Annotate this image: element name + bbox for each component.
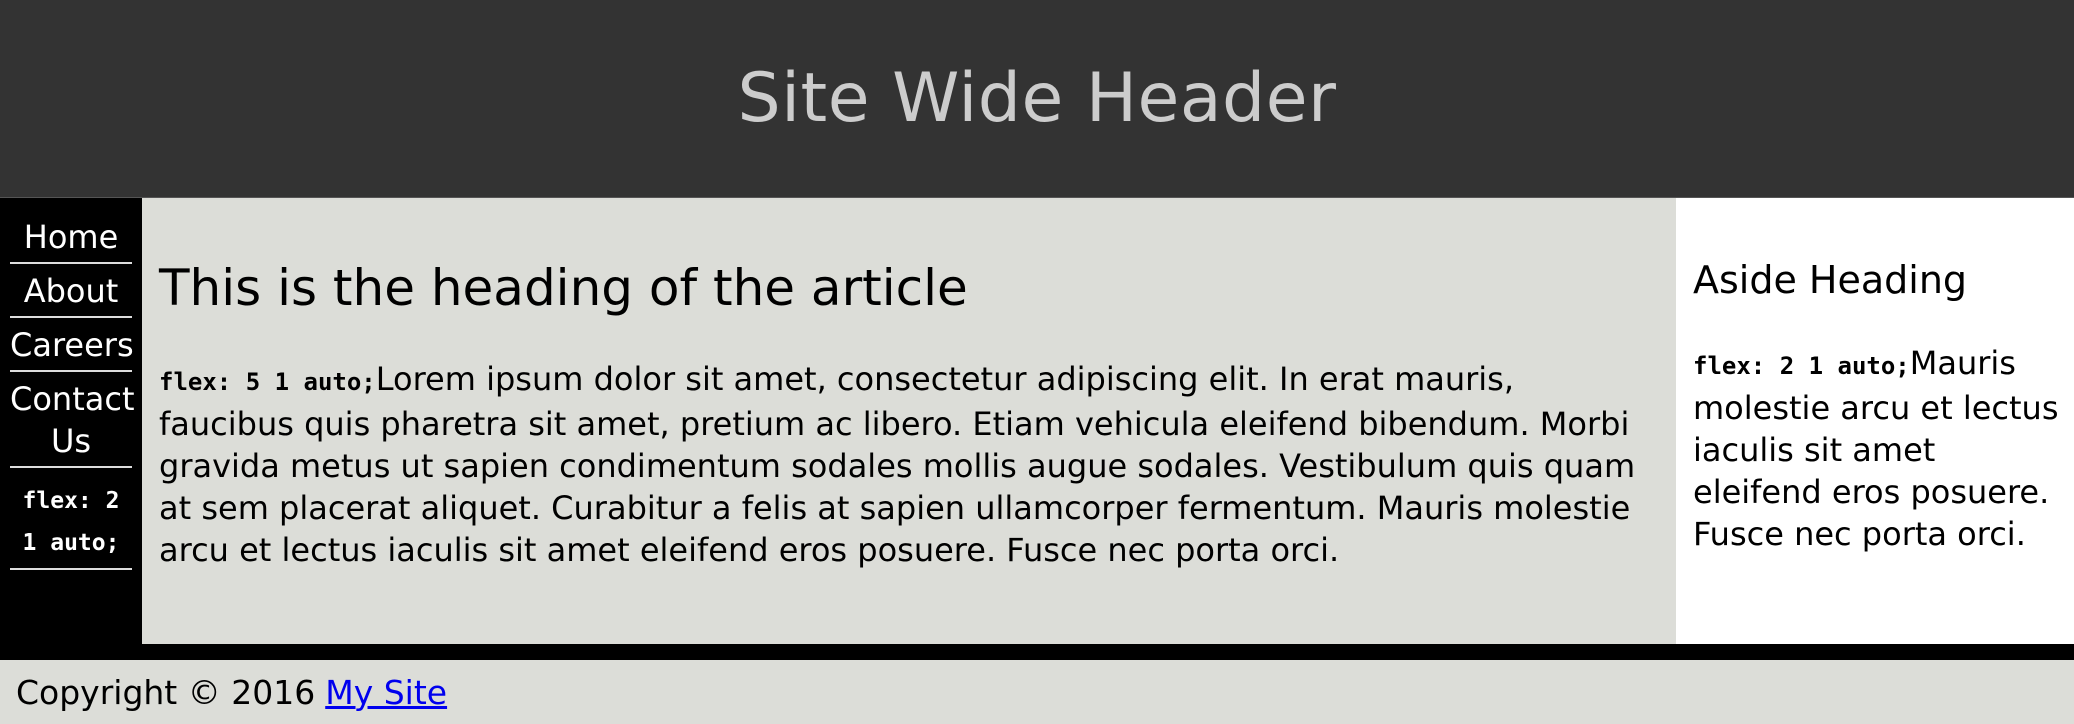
nav-item-about[interactable]: About: [10, 270, 132, 318]
main-content-row: Home About Careers Contact Us flex: 2 1 …: [0, 198, 2074, 644]
aside-flex-code: flex: 2 1 auto;: [1693, 352, 1910, 380]
aside-heading: Aside Heading: [1693, 258, 1968, 302]
site-footer: Copyright © 2016 My Site: [0, 660, 2074, 724]
nav-item-home[interactable]: Home: [10, 216, 132, 264]
footer-divider: [0, 644, 2074, 660]
site-header: Site Wide Header: [0, 0, 2074, 198]
nav-item-contact-us[interactable]: Contact Us: [10, 378, 135, 468]
page: Site Wide Header Home About Careers Cont…: [0, 0, 2074, 724]
aside: Aside Heading flex: 2 1 auto;Mauris mole…: [1676, 198, 2074, 644]
aside-paragraph: flex: 2 1 auto;Mauris molestie arcu et l…: [1693, 342, 2060, 555]
site-header-title: Site Wide Header: [737, 59, 1337, 138]
nav-item-careers[interactable]: Careers: [10, 324, 134, 372]
footer-site-link[interactable]: My Site: [325, 673, 447, 712]
nav-flex-note: flex: 2 1 auto;: [10, 474, 132, 570]
article-flex-code: flex: 5 1 auto;: [159, 368, 376, 396]
article: This is the heading of the article flex:…: [142, 198, 1676, 644]
article-heading: This is the heading of the article: [159, 259, 968, 317]
article-paragraph: flex: 5 1 auto;Lorem ipsum dolor sit ame…: [159, 358, 1658, 571]
footer-copyright: Copyright © 2016: [16, 672, 316, 712]
article-body-text: Lorem ipsum dolor sit amet, consectetur …: [159, 360, 1636, 569]
site-nav: Home About Careers Contact Us flex: 2 1 …: [0, 198, 142, 644]
